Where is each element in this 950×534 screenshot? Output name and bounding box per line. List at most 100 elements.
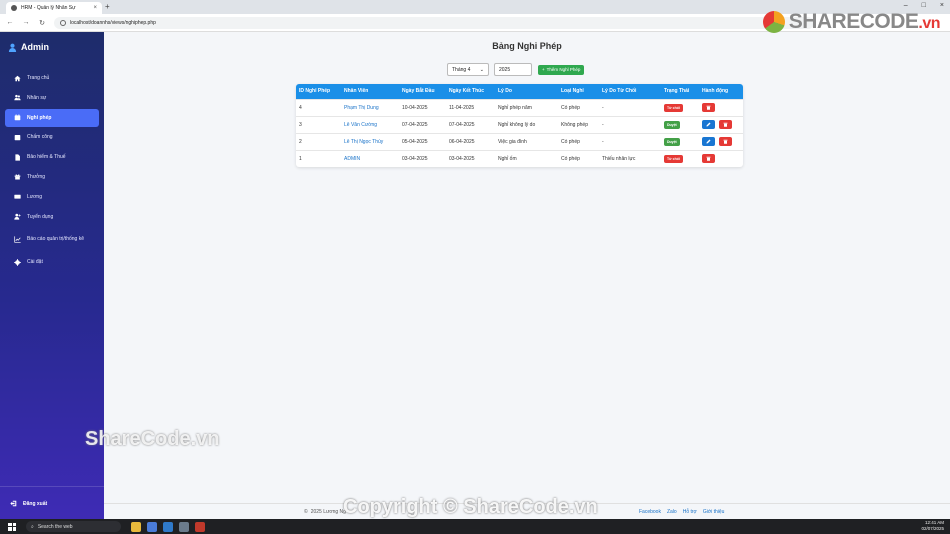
maximize-icon[interactable]: □ — [922, 2, 926, 9]
tab-favicon-icon — [11, 5, 17, 11]
sidebar-item-label: Chấm công — [27, 134, 53, 141]
minimize-icon[interactable]: – — [904, 2, 908, 9]
sidebar-item-label: Tuyển dụng — [27, 213, 54, 220]
cell-actions — [699, 98, 743, 116]
table-header-row: ID Nghỉ Phép Nhân Viên Ngày Bắt Đầu Ngày… — [296, 84, 743, 99]
footer-link-zalo[interactable]: Zalo — [667, 509, 677, 515]
url-field[interactable]: localhost/doannhs/views/nghiphep.php — [54, 16, 814, 29]
windows-start-icon[interactable] — [8, 522, 16, 531]
footer-link-gioi-thieu[interactable]: Giới thiệu — [703, 509, 725, 515]
status-badge: Từ chối — [664, 103, 683, 112]
year-input[interactable]: 2025 — [494, 63, 532, 76]
gear-icon — [14, 258, 21, 266]
taskbar-search[interactable]: ⌕ Search the web — [26, 521, 121, 532]
gift-icon — [14, 174, 21, 180]
column-header: ID Nghỉ Phép — [296, 84, 341, 99]
cell-start: 03-04-2025 — [399, 149, 446, 167]
sharecode-logo: SHARECODE.vn — [762, 10, 940, 34]
browser-tab[interactable]: HRM - Quản lý Nhân Sự × — [6, 2, 102, 14]
status-badge: Duyệt — [664, 137, 680, 146]
month-select[interactable]: Tháng 4 ⌄ — [447, 63, 489, 76]
employee-link[interactable]: Lê Văn Cường — [341, 115, 399, 133]
forward-icon[interactable]: → — [22, 19, 30, 26]
cell-status: Từ chối — [661, 98, 699, 116]
reload-icon[interactable]: ↻ — [38, 19, 46, 27]
column-header: Hành động — [699, 84, 743, 99]
sidebar-item-luong[interactable]: Lương — [5, 188, 99, 206]
system-tray-clock[interactable]: 12:41 AM 02/07/2025 — [921, 520, 944, 532]
add-leave-label: Thêm Nghỉ Phép — [546, 67, 581, 72]
cell-status: Duyệt — [661, 115, 699, 133]
close-window-icon[interactable]: × — [940, 2, 944, 9]
cell-status: Từ chối — [661, 149, 699, 167]
logout-button[interactable]: Đăng xuất — [10, 500, 47, 507]
logo-main-text: SHARECODE — [788, 10, 919, 33]
main-content: Bảng Nghỉ Phép Tháng 4 ⌄ 2025 + Thêm Ngh… — [104, 32, 950, 519]
chrome-icon[interactable] — [147, 521, 157, 532]
sidebar-item-label: Bảo hiểm & Thuế — [27, 154, 66, 161]
table-row: 3 Lê Văn Cường 07-04-2025 07-04-2025 Ngh… — [296, 115, 743, 133]
app-icon[interactable] — [179, 521, 189, 532]
add-leave-button[interactable]: + Thêm Nghỉ Phép — [538, 64, 585, 75]
cell-reason: Nghỉ không lý do — [495, 115, 558, 133]
delete-button[interactable] — [702, 103, 715, 112]
tab-close-icon[interactable]: × — [93, 5, 97, 11]
back-icon[interactable]: ← — [6, 19, 14, 26]
column-header: Lý Do — [495, 84, 558, 99]
edit-button[interactable] — [702, 137, 715, 146]
cell-start: 10-04-2025 — [399, 98, 446, 116]
chart-icon — [14, 236, 21, 243]
table-row: 4 Phạm Thị Dung 10-04-2025 11-04-2025 Ng… — [296, 98, 743, 116]
new-tab-button[interactable]: + — [105, 2, 110, 11]
user-plus-icon — [14, 213, 21, 220]
column-header: Lý Do Từ Chối — [599, 84, 661, 99]
employee-link[interactable]: Phạm Thị Dung — [341, 98, 399, 116]
sidebar-item-bao-hiem-thue[interactable]: Bảo hiểm & Thuế — [5, 148, 99, 166]
cell-type: Có phép — [558, 132, 599, 150]
sidebar-item-trang-chu[interactable]: Trang chủ — [5, 69, 99, 87]
os-taskbar: ⌕ Search the web 12:41 AM 02/07/2025 — [0, 519, 950, 534]
brand-label: Admin — [21, 42, 49, 52]
sidebar-item-tuyen-dung[interactable]: Tuyển dụng — [5, 208, 99, 226]
app-icon[interactable] — [195, 521, 205, 532]
site-info-icon[interactable] — [60, 19, 66, 26]
cell-type: Không phép — [558, 115, 599, 133]
cell-id: 4 — [296, 98, 341, 116]
cell-end: 07-04-2025 — [446, 115, 495, 133]
employee-link[interactable]: Lê Thị Ngọc Thúy — [341, 132, 399, 150]
search-icon: ⌕ — [31, 523, 34, 530]
footer-link-facebook[interactable]: Facebook — [639, 509, 661, 515]
delete-button[interactable] — [719, 137, 732, 146]
footer-links: Facebook Zalo Hỗ trợ Giới thiệu — [639, 509, 724, 515]
month-select-value: Tháng 4 — [452, 66, 471, 73]
table-row: 2 Lê Thị Ngọc Thúy 05-04-2025 06-04-2025… — [296, 132, 743, 150]
url-text: localhost/doannhs/views/nghiphep.php — [70, 19, 156, 26]
delete-button[interactable] — [719, 120, 732, 129]
admin-user-icon — [8, 43, 17, 52]
sidebar-item-cai-dat[interactable]: Cài đặt — [5, 253, 99, 271]
cell-reject-reason: - — [599, 132, 661, 150]
sidebar-item-cham-cong[interactable]: Chấm công — [5, 128, 99, 146]
delete-button[interactable] — [702, 154, 715, 164]
cell-reason: Nghỉ phép năm — [495, 98, 558, 116]
edit-button[interactable] — [702, 120, 715, 129]
sidebar-item-nghi-phep[interactable]: Nghỉ phép — [5, 108, 99, 127]
cell-id: 1 — [296, 149, 341, 167]
status-badge: Duyệt — [664, 120, 680, 129]
sidebar-item-bao-cao[interactable]: Báo cáo quản trị/thống kê — [5, 227, 99, 251]
sidebar-item-nhan-su[interactable]: Nhân sự — [5, 89, 99, 107]
sidebar-nav: Trang chủ Nhân sự Nghỉ phép Chấm công Bả… — [5, 69, 99, 273]
sidebar-item-label: Nghỉ phép — [27, 114, 52, 121]
file-explorer-icon[interactable] — [131, 521, 141, 532]
filter-bar: Tháng 4 ⌄ 2025 + Thêm Nghỉ Phép — [447, 63, 585, 76]
table-row: 1 ADMIN 03-04-2025 03-04-2025 Nghỉ ốm Có… — [296, 149, 743, 167]
money-icon — [14, 195, 21, 199]
column-header: Ngày Bắt Đầu — [399, 84, 446, 99]
footer-link-ho-tro[interactable]: Hỗ trợ — [683, 509, 697, 515]
leave-table: ID Nghỉ Phép Nhân Viên Ngày Bắt Đầu Ngày… — [296, 84, 743, 167]
cell-actions — [699, 115, 743, 133]
sidebar-item-thuong[interactable]: Thưởng — [5, 168, 99, 186]
chevron-down-icon: ⌄ — [479, 66, 484, 73]
vscode-icon[interactable] — [163, 521, 173, 532]
employee-link[interactable]: ADMIN — [341, 149, 399, 167]
